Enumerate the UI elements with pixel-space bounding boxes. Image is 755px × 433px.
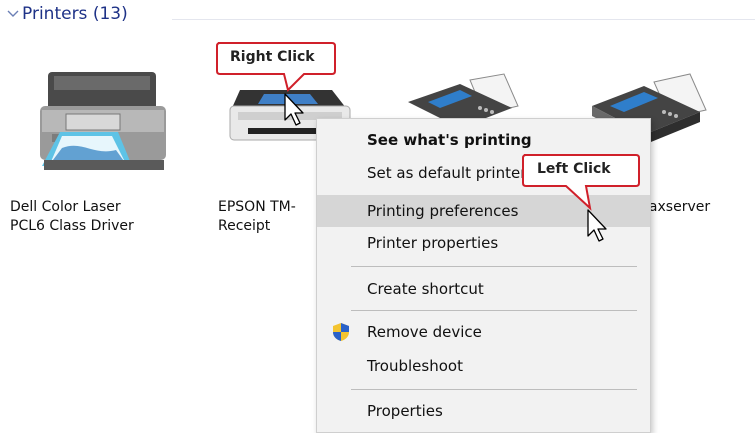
menu-item-label: Printing preferences [367, 202, 519, 220]
printer-label-epson-2: Receipt [218, 218, 271, 234]
menu-item-label: Properties [367, 402, 443, 420]
right-click-label: Right Click [230, 49, 315, 65]
menu-item-properties[interactable]: Properties [317, 395, 650, 427]
uac-shield-icon [333, 323, 349, 341]
chevron-down-icon[interactable] [6, 7, 20, 21]
printer-tile-dell[interactable]: Dell Color Laser PCL6 Class Driver [10, 66, 198, 246]
printer-label-epson-1: EPSON TM- [218, 199, 296, 215]
left-click-callout: Left Click [520, 152, 644, 214]
menu-item-remove-device[interactable]: Remove device [317, 316, 650, 348]
printer-label-dell-2: PCL6 Class Driver [10, 218, 134, 234]
menu-item-label: Create shortcut [367, 280, 484, 298]
menu-item-label: Troubleshoot [367, 357, 463, 375]
menu-separator [351, 389, 637, 390]
printer-label-dell-1: Dell Color Laser [10, 199, 121, 215]
menu-item-troubleshoot[interactable]: Troubleshoot [317, 350, 650, 382]
menu-item-label: Set as default printer [367, 164, 527, 182]
menu-item-label: See what's printing [367, 131, 532, 149]
right-click-callout: Right Click [214, 40, 338, 96]
mouse-cursor-icon [587, 209, 607, 242]
menu-separator [351, 266, 637, 267]
group-title: Printers (13) [22, 4, 128, 24]
printers-group-header[interactable]: Printers (13) [4, 2, 755, 28]
menu-separator [351, 310, 637, 311]
left-click-label: Left Click [537, 161, 611, 177]
printer-label-faxserver: faxserver [644, 199, 711, 215]
printer-tile-epson[interactable]: EPSON TM- Receipt [218, 82, 351, 252]
laser-printer-icon [40, 72, 166, 170]
menu-item-label: Remove device [367, 323, 482, 341]
menu-item-label: Printer properties [367, 234, 499, 252]
mouse-cursor-icon [284, 93, 304, 126]
menu-item-create-shortcut[interactable]: Create shortcut [317, 273, 650, 305]
group-divider [172, 19, 755, 20]
